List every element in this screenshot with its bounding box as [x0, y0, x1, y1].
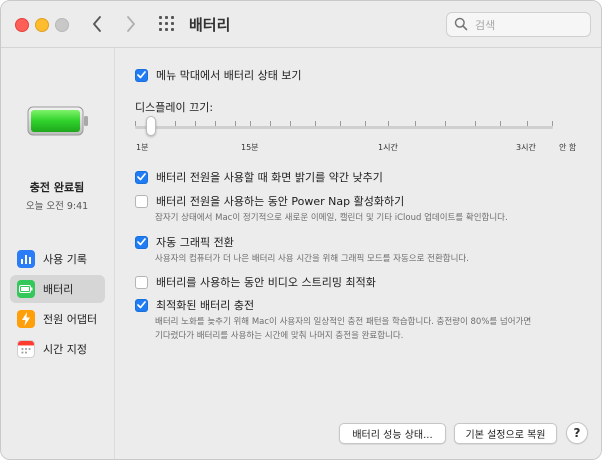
- auto-graphics-description: 사용자의 컴퓨터가 더 나은 배터리 사용 시간을 위해 그래픽 모드를 자동으…: [155, 254, 469, 264]
- checkmark-icon: [137, 173, 146, 181]
- optimized-charging-description-line1: 배터리 노화를 늦추기 위해 Mac이 사용자의 일상적인 충전 패턴을 학습합…: [155, 317, 532, 327]
- chevron-left-icon: [93, 16, 101, 32]
- back-button[interactable]: [86, 12, 108, 36]
- slider-tick: [290, 121, 291, 126]
- battery-settings-pane: 메뉴 막대에서 배터리 상태 보기 디스플레이 끄기: 1분 15분 1시간 3…: [114, 48, 601, 459]
- checkmark-icon: [137, 71, 146, 79]
- slider-tick: [500, 121, 501, 126]
- optimized-charging-description-line2: 기다렸다가 배터리를 사용하는 시간에 맞춰 나머지 충전을 완료합니다.: [155, 331, 404, 341]
- power-nap-description: 잠자기 상태에서 Mac이 정기적으로 새로운 이메일, 캘린더 및 기타 iC…: [155, 213, 508, 223]
- power-nap-label: 배터리 전원을 사용하는 동안 Power Nap 활성화하기: [156, 195, 405, 208]
- sidebar-item-usage-history[interactable]: 사용 기록: [10, 245, 105, 273]
- auto-graphics-label: 자동 그래픽 전환: [156, 236, 234, 249]
- slider-tick: [175, 121, 176, 126]
- menu-bar-status-option[interactable]: 메뉴 막대에서 배터리 상태 보기: [135, 67, 302, 83]
- sidebar-item-label: 시간 지정: [43, 343, 87, 356]
- slider-tick: [527, 121, 528, 126]
- charge-time: 오늘 오전 9:41: [25, 201, 89, 212]
- dim-display-label: 배터리 전원을 사용할 때 화면 밝기를 약간 낮추기: [156, 171, 383, 184]
- sidebar-item-label: 배터리: [43, 283, 74, 296]
- charge-status: 충전 완료됨: [29, 181, 85, 194]
- display-off-slider[interactable]: [135, 126, 553, 129]
- slider-tick: [340, 121, 341, 126]
- display-off-label: 디스플레이 끄기:: [135, 101, 214, 114]
- slider-tick: [415, 121, 416, 126]
- slider-tick: [552, 121, 553, 126]
- auto-graphics-option[interactable]: 자동 그래픽 전환: [135, 234, 234, 250]
- tick-label-1hour: 1시간: [378, 143, 398, 152]
- help-button[interactable]: ?: [566, 422, 588, 444]
- slider-tick: [388, 121, 389, 126]
- battery-health-button[interactable]: 배터리 성능 상태...: [339, 423, 446, 444]
- video-streaming-option[interactable]: 배터리를 사용하는 동안 비디오 스트리밍 최적화: [135, 274, 376, 290]
- power-nap-checkbox[interactable]: [135, 194, 148, 208]
- slider-tick: [250, 121, 251, 126]
- menu-bar-status-label: 메뉴 막대에서 배터리 상태 보기: [156, 69, 302, 82]
- slider-tick: [365, 121, 366, 126]
- close-window-button[interactable]: [15, 18, 29, 32]
- sidebar: 충전 완료됨 오늘 오전 9:41 사용 기록 배터리 전원 어댑터 시간 지정: [1, 48, 113, 459]
- menu-bar-status-checkbox[interactable]: [135, 68, 148, 82]
- power-nap-option[interactable]: 배터리 전원을 사용하는 동안 Power Nap 활성화하기: [135, 193, 404, 209]
- video-streaming-label: 배터리를 사용하는 동안 비디오 스트리밍 최적화: [156, 276, 376, 289]
- search-icon: [454, 17, 468, 31]
- tick-label-3hour: 3시간: [516, 143, 536, 152]
- sidebar-item-power-adapter[interactable]: 전원 어댑터: [10, 305, 105, 333]
- sidebar-item-label: 전원 어댑터: [43, 313, 98, 326]
- battery-full-icon: [27, 106, 88, 136]
- window-title: 배터리: [189, 16, 231, 34]
- minimize-window-button[interactable]: [35, 18, 49, 32]
- slider-tick: [475, 121, 476, 126]
- slider-tick: [445, 121, 446, 126]
- sidebar-item-battery[interactable]: 배터리: [10, 275, 105, 303]
- preferences-window: 배터리 충전 완료됨 오늘 오전 9:41: [0, 0, 602, 460]
- zoom-window-button[interactable]: [55, 18, 69, 32]
- calendar-icon: [17, 340, 35, 358]
- display-off-slider-knob[interactable]: [146, 116, 156, 136]
- restore-defaults-button[interactable]: 기본 설정으로 복원: [454, 423, 557, 444]
- auto-graphics-checkbox[interactable]: [135, 235, 148, 249]
- slider-tick: [315, 121, 316, 126]
- optimized-charging-label: 최적화된 배터리 충전: [156, 299, 255, 312]
- battery-icon: [17, 280, 35, 298]
- chevron-right-icon: [127, 16, 135, 32]
- slider-tick: [235, 121, 236, 126]
- chart-icon: [17, 250, 35, 268]
- checkmark-icon: [137, 238, 146, 246]
- sidebar-item-label: 사용 기록: [43, 253, 87, 266]
- slider-tick: [270, 121, 271, 126]
- search-input[interactable]: [473, 16, 587, 34]
- tick-label-never: 안 함: [559, 143, 577, 152]
- sidebar-item-schedule[interactable]: 시간 지정: [10, 335, 105, 363]
- slider-tick: [135, 121, 136, 126]
- sidebar-nav: 사용 기록 배터리 전원 어댑터 시간 지정: [10, 245, 105, 365]
- optimized-charging-checkbox[interactable]: [135, 298, 148, 312]
- tick-label-15min: 15분: [241, 143, 259, 152]
- dim-display-checkbox[interactable]: [135, 170, 148, 184]
- slider-tick: [215, 121, 216, 126]
- video-streaming-checkbox[interactable]: [135, 275, 148, 289]
- forward-button[interactable]: [120, 12, 142, 36]
- slider-tick: [195, 121, 196, 126]
- optimized-charging-option[interactable]: 최적화된 배터리 충전: [135, 297, 254, 313]
- search-field[interactable]: [446, 12, 591, 37]
- show-all-grid-icon[interactable]: [159, 16, 175, 32]
- dim-display-option[interactable]: 배터리 전원을 사용할 때 화면 밝기를 약간 낮추기: [135, 169, 383, 185]
- tick-label-1min: 1분: [136, 143, 149, 152]
- title-bar: 배터리: [1, 1, 601, 48]
- bolt-icon: [17, 310, 35, 328]
- checkmark-icon: [137, 301, 146, 309]
